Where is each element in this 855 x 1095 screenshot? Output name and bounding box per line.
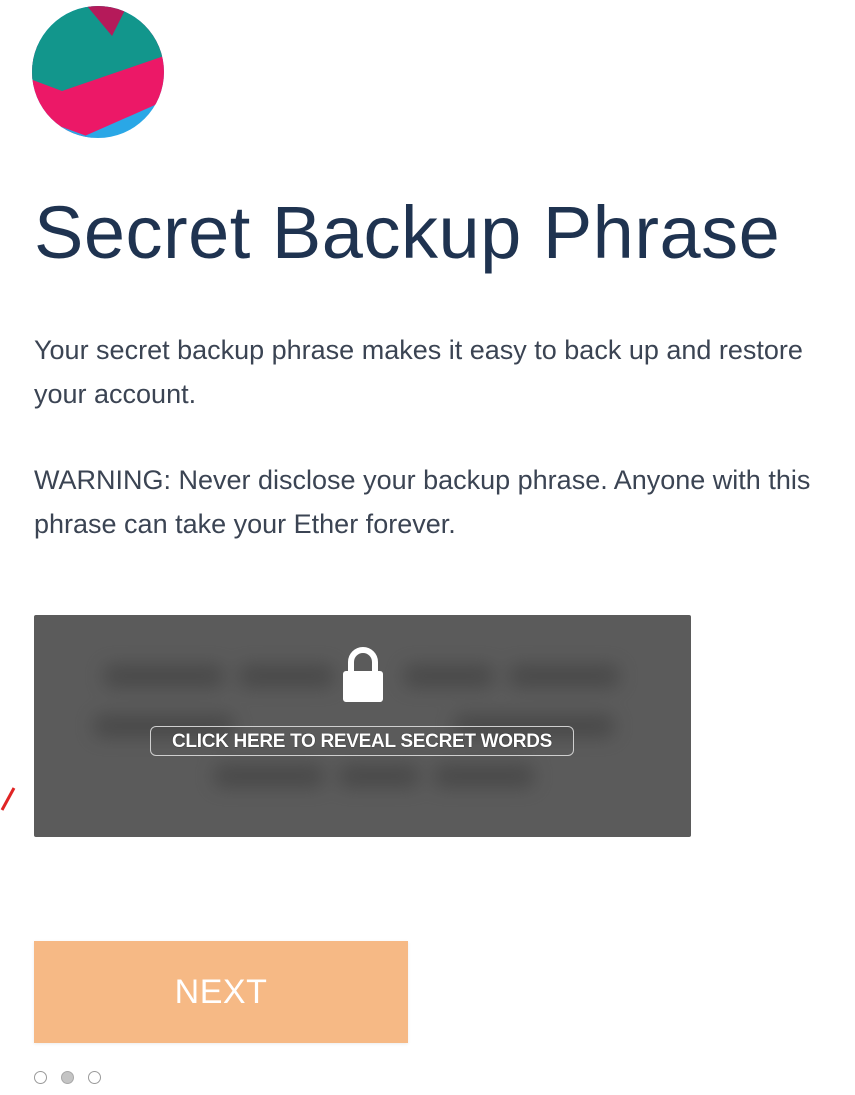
reveal-secret-words-button[interactable]: CLICK HERE TO REVEAL SECRET WORDS	[150, 726, 574, 756]
pointer-arrow-icon	[0, 778, 16, 818]
pager-dot-1[interactable]	[34, 1071, 47, 1084]
step-pager	[34, 1071, 101, 1089]
reveal-secret-words-area[interactable]: CLICK HERE TO REVEAL SECRET WORDS	[34, 615, 691, 837]
lock-icon	[340, 645, 386, 705]
intro-text: Your secret backup phrase makes it easy …	[34, 335, 803, 409]
next-button[interactable]: NEXT	[34, 941, 408, 1043]
account-identicon	[32, 6, 164, 138]
identicon-graphic	[32, 6, 164, 138]
pager-dot-2-active[interactable]	[61, 1071, 74, 1084]
page-title: Secret Backup Phrase	[34, 191, 781, 274]
warning-text: WARNING: Never disclose your backup phra…	[34, 465, 811, 539]
pager-dot-3[interactable]	[88, 1071, 101, 1084]
